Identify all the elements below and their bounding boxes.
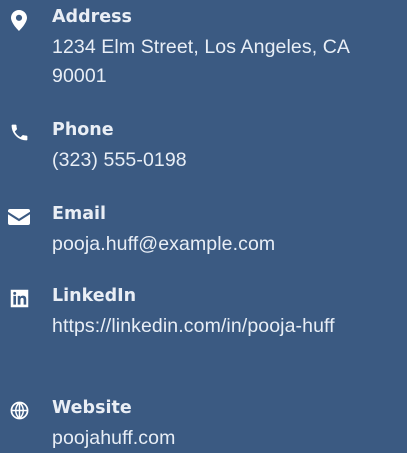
address-value: 1234 Elm Street, Los Angeles, CA 90001 <box>52 36 349 87</box>
contact-panel: Address 1234 Elm Street, Los Angeles, CA… <box>0 0 407 450</box>
linkedin-value[interactable]: https://linkedin.com/in/pooja-huff <box>52 312 398 341</box>
globe-icon <box>8 399 30 421</box>
envelope-icon <box>8 206 30 228</box>
phone-value[interactable]: (323) 555-0198 <box>52 146 398 175</box>
address-label: Address <box>52 7 132 27</box>
location-pin-icon <box>8 9 30 31</box>
email-label: Email <box>52 204 106 224</box>
linkedin-label: LinkedIn <box>52 286 137 306</box>
linkedin-icon <box>8 287 30 309</box>
phone-icon <box>8 121 30 143</box>
email-value[interactable]: pooja.huff@example.com <box>52 230 398 259</box>
website-value[interactable]: poojahuff.com <box>52 424 398 453</box>
phone-label: Phone <box>52 120 114 140</box>
website-label: Website <box>52 398 132 418</box>
